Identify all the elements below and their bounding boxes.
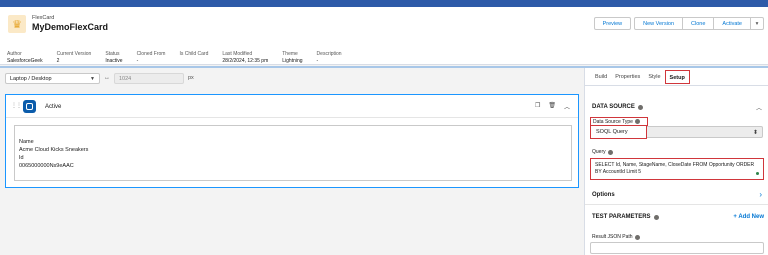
info-icon[interactable] xyxy=(607,149,613,155)
width-unit-label: px xyxy=(188,75,194,81)
crown-icon: ♛ xyxy=(8,15,26,33)
result-json-path-label: Result JSON Path xyxy=(592,234,640,240)
meta-value: Lightning xyxy=(282,58,303,64)
field-label-id: Id xyxy=(19,155,24,161)
add-new-button[interactable]: + Add New xyxy=(733,214,764,220)
section-title: TEST PARAMETERS xyxy=(592,214,651,220)
status-dot-icon xyxy=(756,172,759,175)
delete-icon[interactable]: 🗑 xyxy=(548,102,556,111)
info-icon[interactable] xyxy=(653,214,659,220)
field-label-name: Name xyxy=(19,139,34,145)
result-json-path-input[interactable] xyxy=(590,242,764,254)
data-source-type-select-extension[interactable]: ⬍ xyxy=(647,126,763,138)
more-actions-button[interactable]: ▾ xyxy=(751,17,764,30)
object-type-label: FlexCard xyxy=(32,15,55,21)
meta-value: - xyxy=(136,58,139,64)
top-strip xyxy=(0,0,768,7)
activate-button[interactable]: Activate xyxy=(714,17,751,30)
meta-value: 28/2/2024, 12:35 pm xyxy=(222,58,269,64)
header-actions: Preview New Version Clone Activate ▾ xyxy=(593,17,764,30)
data-source-heading: DATA SOURCE xyxy=(592,104,643,110)
options-section-label[interactable]: Options xyxy=(592,192,615,198)
meta-status: Status Inactive xyxy=(105,51,122,64)
chevron-right-icon[interactable]: › xyxy=(759,190,762,199)
properties-panel: Build Properties Style Setup DATA SOURCE… xyxy=(584,68,768,255)
chevron-down-icon: ▼ xyxy=(90,76,95,82)
field-value-name: Acme Cloud Kicks Sneakers xyxy=(19,147,89,153)
field-label: Data Source Type xyxy=(593,118,633,125)
tab-style[interactable]: Style xyxy=(644,68,664,85)
state-tools: ❐ 🗑 ︿ xyxy=(535,102,570,111)
new-version-button[interactable]: New Version xyxy=(634,17,684,30)
meta-current-version: Current Version 2 xyxy=(57,51,92,64)
meta-is-child-card: Is Child Card xyxy=(179,51,208,64)
meta-author: Author SalesforceGeek xyxy=(7,51,43,64)
meta-label: Cloned From xyxy=(136,51,166,57)
meta-label: Last Modified xyxy=(222,51,253,57)
state-icon xyxy=(23,100,36,113)
card-metadata: Author SalesforceGeek Current Version 2 … xyxy=(7,51,356,64)
field-label: Result JSON Path xyxy=(592,234,633,240)
meta-value: SalesforceGeek xyxy=(7,58,43,64)
meta-value: 2 xyxy=(56,58,60,64)
device-select-value: Laptop / Desktop xyxy=(10,75,52,82)
info-icon[interactable] xyxy=(637,104,643,110)
drag-handle-icon[interactable]: ⋮⋮ xyxy=(11,102,22,109)
page-title: MyDemoFlexCard xyxy=(32,22,109,32)
meta-theme: Theme Lightning xyxy=(282,51,302,64)
tab-setup[interactable]: Setup xyxy=(664,70,690,84)
meta-description: Description - xyxy=(317,51,342,64)
field-value-id: 0065000000Ns9eAAC xyxy=(19,163,74,169)
state-content-block[interactable]: Name Acme Cloud Kicks Sneakers Id 006500… xyxy=(14,125,572,181)
query-label: Query xyxy=(592,149,613,155)
tab-build[interactable]: Build xyxy=(591,68,611,85)
clone-button[interactable]: Clone xyxy=(683,17,715,30)
meta-cloned-from: Cloned From - xyxy=(137,51,166,64)
chevron-down-icon: ⬍ xyxy=(752,130,758,136)
info-icon[interactable] xyxy=(634,119,640,124)
resize-arrows-icon: ↔ xyxy=(104,75,110,81)
canvas-width-input[interactable]: 1024 xyxy=(114,73,184,84)
meta-label: Status xyxy=(105,51,120,57)
panel-tabs: Build Properties Style Setup xyxy=(585,68,768,86)
info-icon[interactable] xyxy=(634,234,640,240)
meta-label: Current Version xyxy=(56,51,92,57)
page-header: ♛ FlexCard MyDemoFlexCard Preview New Ve… xyxy=(0,7,768,65)
meta-label: Author xyxy=(7,51,22,57)
panel-divider xyxy=(585,204,768,205)
copy-icon[interactable]: ❐ xyxy=(535,102,540,111)
data-source-type-select[interactable]: SOQL Query xyxy=(590,125,647,139)
meta-last-modified: Last Modified 28/2/2024, 12:35 pm xyxy=(222,51,268,64)
flexcard-state-block[interactable]: ⋮⋮ Active ❐ 🗑 ︿ Name Acme Cloud Kicks Sn… xyxy=(5,94,579,188)
chevron-up-icon[interactable]: ︿ xyxy=(564,102,570,111)
query-text: SELECT Id, Name, StageName, CloseDate FR… xyxy=(595,162,755,175)
meta-label: Description xyxy=(316,51,342,57)
preview-button[interactable]: Preview xyxy=(593,17,632,30)
section-title: DATA SOURCE xyxy=(592,104,635,110)
meta-label: Theme xyxy=(282,51,298,57)
field-label: Query xyxy=(592,149,606,155)
meta-value: - xyxy=(316,58,319,64)
query-textarea[interactable]: SELECT Id, Name, StageName, CloseDate FR… xyxy=(590,158,764,180)
state-name: Active xyxy=(45,104,62,110)
chevron-down-icon: ▾ xyxy=(755,20,759,27)
device-select[interactable]: Laptop / Desktop ▼ xyxy=(5,73,100,84)
state-divider xyxy=(6,117,578,118)
tab-properties[interactable]: Properties xyxy=(611,68,644,85)
meta-value: Inactive xyxy=(105,58,123,64)
chevron-up-icon[interactable]: ︿ xyxy=(756,103,762,112)
test-parameters-heading: TEST PARAMETERS xyxy=(592,214,659,220)
design-canvas: Laptop / Desktop ▼ ↔ 1024 px ⋮⋮ Active ❐… xyxy=(0,68,584,255)
meta-label: Is Child Card xyxy=(179,51,209,57)
